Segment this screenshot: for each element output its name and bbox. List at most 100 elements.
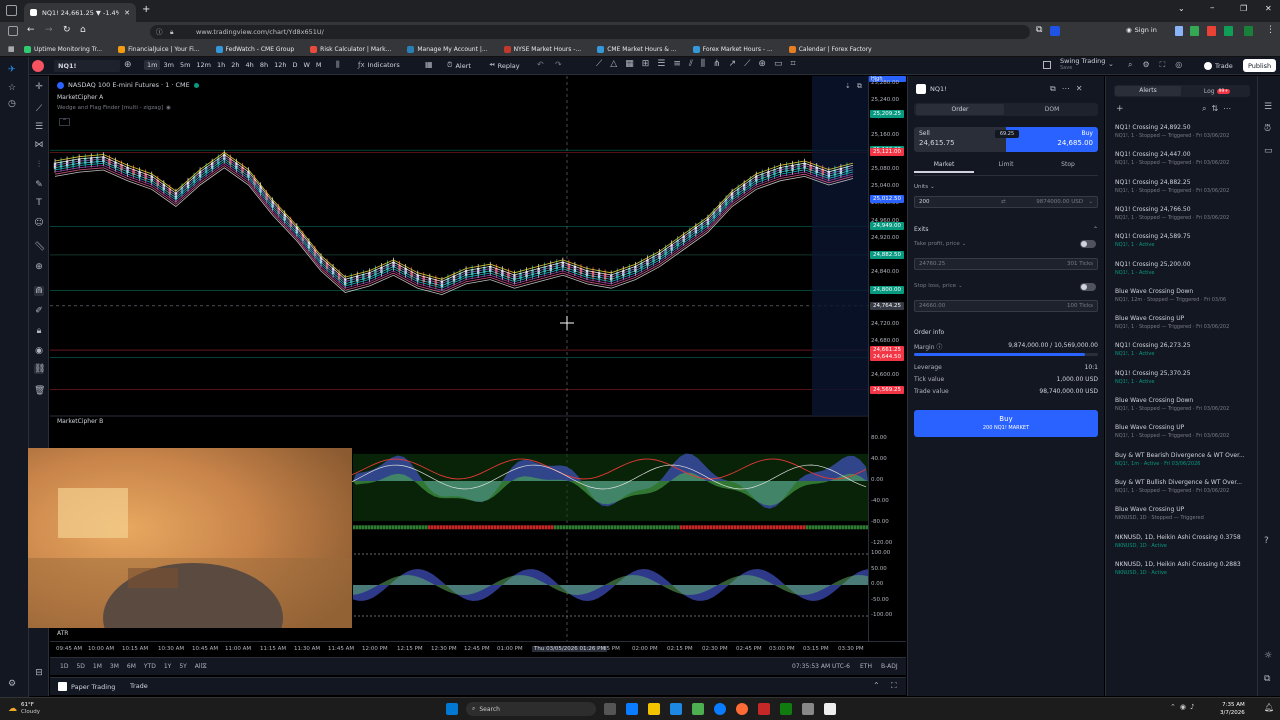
alert-list-actions-icon[interactable]: ⌕⇅⋯ — [1202, 104, 1236, 114]
bookmark-item[interactable]: Forex Market Hours - ... — [692, 45, 773, 53]
minimize-icon[interactable]: – — [1210, 3, 1215, 13]
extension-icon[interactable] — [1050, 26, 1060, 36]
bookmark-item[interactable]: Manage My Account |... — [407, 45, 488, 53]
help-icon[interactable]: ? — [1264, 536, 1269, 546]
indicators-button[interactable]: ƒx Indicators — [358, 61, 400, 69]
brush-icon[interactable]: ✎ — [34, 180, 44, 190]
alert-item[interactable]: Buy & WT Bullish Divergence & WT Over...… — [1115, 479, 1255, 494]
extension-icon-4[interactable] — [1207, 26, 1216, 36]
take-profit-toggle[interactable] — [1080, 240, 1096, 248]
link-icon[interactable]: ⛓ — [34, 364, 45, 374]
tray-icons[interactable]: ⌃◉♪ — [1170, 703, 1198, 711]
weather-widget[interactable]: ☁ 61°F Cloudy — [8, 702, 40, 716]
indicator-label[interactable]: MarketCipher A — [57, 94, 103, 101]
alert-item[interactable]: NQ1! Crossing 25,200.00 NQ1!, 1 · Active — [1115, 261, 1255, 276]
trade-button[interactable]: Trade — [1200, 60, 1237, 72]
collapse-legend-icon[interactable]: ⌃ — [59, 118, 71, 126]
alert-item[interactable]: NQ1! Crossing 24,447.00 NQ1!, 1 · Stopped… — [1115, 151, 1255, 166]
tab-dom[interactable]: DOM — [1008, 104, 1096, 115]
avatar[interactable] — [32, 60, 44, 72]
range-5Y[interactable]: 5Y — [179, 663, 186, 670]
alert-item[interactable]: NQ1! Crossing 26,273.25 NQ1!, 1 · Active — [1115, 342, 1255, 357]
bookmark-item[interactable]: Risk Calculator | Mark... — [310, 45, 391, 53]
interval-W[interactable]: W — [300, 60, 312, 70]
edge-browser-icon[interactable] — [714, 703, 726, 715]
indicator-label[interactable]: ATR — [57, 630, 68, 637]
close-icon[interactable]: ✕ — [124, 9, 130, 17]
browser-tab[interactable]: NQ1! 24,661.25 ▼ -1.4% Swing ✕ — [24, 3, 136, 22]
app-icon-4[interactable] — [824, 703, 836, 715]
object-tree-icon[interactable]: ⊟ — [34, 668, 44, 678]
range-6M[interactable]: 6M — [127, 663, 136, 670]
back-icon[interactable]: ← — [27, 25, 35, 35]
replay-button[interactable]: ⏪︎ Replay — [489, 61, 520, 70]
tab-market[interactable]: Market — [914, 161, 974, 173]
range-1D[interactable]: 1D — [60, 663, 68, 670]
units-input[interactable]: 200 ⇄ 9874000.00 USD ⌄ — [914, 196, 1098, 208]
adjustment-toggle[interactable]: B-ADJ — [881, 663, 898, 670]
info-icon[interactable]: ⓘ — [936, 344, 942, 351]
chevron-down-icon[interactable]: ⌄ — [1088, 197, 1093, 208]
alert-item[interactable]: NQ1! Crossing 25,370.25 NQ1!, 1 · Active — [1115, 370, 1255, 385]
sidebar-icon[interactable] — [8, 26, 18, 36]
interval-12h[interactable]: 12h — [271, 60, 289, 70]
bookmark-item[interactable]: CME Market Hours & ... — [597, 45, 677, 53]
interval-2h[interactable]: 2h — [228, 60, 242, 70]
alert-item[interactable]: Blue Wave Crossing Down NQ1!, 1 · Stopped… — [1115, 397, 1255, 412]
layers-icon[interactable]: ⧉ — [1264, 674, 1270, 684]
interval-1m[interactable]: 1m — [144, 60, 161, 70]
collapse-icon[interactable]: ⌃ — [873, 681, 880, 690]
take-profit-input[interactable]: 24760.25 301 Ticks — [914, 258, 1098, 270]
undo-icon[interactable]: ↶ — [537, 60, 544, 69]
bookmark-item[interactable]: NYSE Market Hours -... — [503, 45, 581, 53]
tab-order[interactable]: Order — [916, 104, 1004, 115]
alert-item[interactable]: Buy & WT Bearish Divergence & WT Over...… — [1115, 452, 1255, 467]
reload-icon[interactable]: ↻ — [63, 25, 71, 35]
crosshair-icon[interactable]: ✛ — [34, 82, 44, 92]
notifications-icon[interactable]: ☼ — [1264, 651, 1272, 661]
publish-button[interactable]: Publish — [1243, 59, 1277, 72]
eye-icon[interactable]: ◉ — [34, 346, 44, 356]
alert-item[interactable]: NKNUSD, 1D, Heikin Ashi Crossing 0.3758 N… — [1115, 534, 1255, 549]
extension-icon-2[interactable] — [1175, 26, 1183, 36]
info-icon[interactable]: ⓘ — [156, 25, 163, 39]
range-1M[interactable]: 1M — [93, 663, 102, 670]
interval-1h[interactable]: 1h — [214, 60, 228, 70]
interval-M[interactable]: M — [313, 60, 325, 70]
history-icon[interactable]: ◷ — [8, 99, 16, 109]
sign-in-button[interactable]: ◉ Sign in — [1126, 26, 1157, 34]
clock[interactable]: 07:35:53 AM UTC-6 — [792, 663, 850, 670]
bookmark-item[interactable]: Calendar | Forex Factory — [788, 45, 872, 53]
tab-log[interactable]: Log 99+ — [1184, 86, 1250, 96]
paper-trading-tab[interactable]: Paper Trading — [58, 682, 115, 691]
forward-icon[interactable]: → — [45, 25, 53, 35]
chat-icon[interactable]: ▭ — [1264, 146, 1273, 156]
install-app-icon[interactable]: ⧉ — [1036, 25, 1042, 35]
url-field[interactable]: ⓘ 🔒︎ www.tradingview.com/chart/Yd8x651U/ — [150, 25, 1030, 39]
app-icon-2[interactable] — [758, 703, 770, 715]
swap-icon[interactable]: ⇄ — [1001, 197, 1006, 208]
indicator-label[interactable]: MarketCipher B — [57, 418, 103, 425]
range-YTD[interactable]: YTD — [144, 663, 156, 670]
interval-5m[interactable]: 5m — [177, 60, 193, 70]
extension-icon-3[interactable] — [1190, 26, 1199, 36]
home-icon[interactable]: ⌂ — [80, 25, 86, 35]
tab-limit[interactable]: Limit — [976, 161, 1036, 168]
emoji-icon[interactable]: ☺ — [34, 218, 44, 228]
app-icon[interactable] — [692, 703, 704, 715]
zoom-icon[interactable]: ⊕ — [34, 262, 44, 272]
notification-icon[interactable]: 🔔︎ — [1264, 703, 1274, 712]
taskbar-search[interactable]: ⌕ Search — [466, 702, 596, 716]
tab-alerts[interactable]: Alerts — [1115, 86, 1181, 96]
date-range-icon[interactable]: ⧖ — [202, 662, 207, 671]
alert-item[interactable]: NQ1! Crossing 24,882.25 NQ1!, 1 · Stopped… — [1115, 179, 1255, 194]
watchlist-icon[interactable]: ☰ — [1264, 102, 1272, 112]
widgets-icon[interactable] — [626, 703, 638, 715]
alert-item[interactable]: Blue Wave Crossing UP NKNUSD, 1D · Stoppe… — [1115, 506, 1255, 521]
checkbox-icon[interactable] — [1043, 61, 1051, 69]
alert-item[interactable]: NKNUSD, 1D, Heikin Ashi Crossing 0.2883 N… — [1115, 561, 1255, 576]
alert-item[interactable]: Blue Wave Crossing UP NQ1!, 1 · Stopped —… — [1115, 424, 1255, 439]
tab-actions-icon[interactable] — [6, 5, 17, 16]
pattern-icon[interactable]: ⋈ — [34, 140, 44, 150]
alert-item[interactable]: NQ1! Crossing 24,892.50 NQ1!, 1 · Stopped… — [1115, 124, 1255, 139]
